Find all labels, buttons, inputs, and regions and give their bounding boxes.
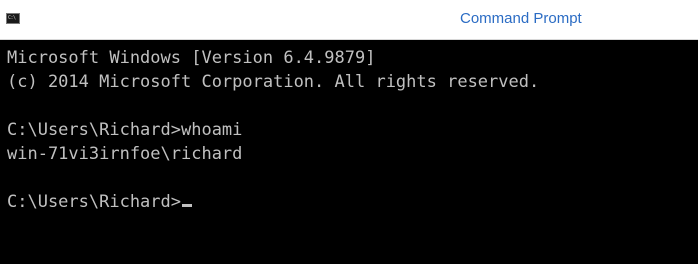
- console-line-version: Microsoft Windows [Version 6.4.9879]: [7, 48, 376, 68]
- cmd-icon-glyph: C:\: [8, 15, 16, 21]
- console-line-output: win-71vi3irnfoe\richard: [7, 144, 243, 164]
- command-prompt-window: C:\ Command Prompt Microsoft Windows [Ve…: [0, 0, 698, 264]
- title-bar[interactable]: C:\ Command Prompt: [0, 0, 698, 40]
- console-line-command: C:\Users\Richard>whoami: [7, 120, 243, 140]
- console-line-copyright: (c) 2014 Microsoft Corporation. All righ…: [7, 72, 540, 92]
- console-prompt: C:\Users\Richard>: [7, 192, 181, 212]
- console-output[interactable]: Microsoft Windows [Version 6.4.9879] (c)…: [0, 40, 698, 264]
- text-cursor: [182, 204, 192, 207]
- window-title: Command Prompt: [460, 10, 582, 27]
- cmd-icon[interactable]: C:\: [6, 13, 20, 24]
- console-prompt-line[interactable]: C:\Users\Richard>: [7, 190, 698, 214]
